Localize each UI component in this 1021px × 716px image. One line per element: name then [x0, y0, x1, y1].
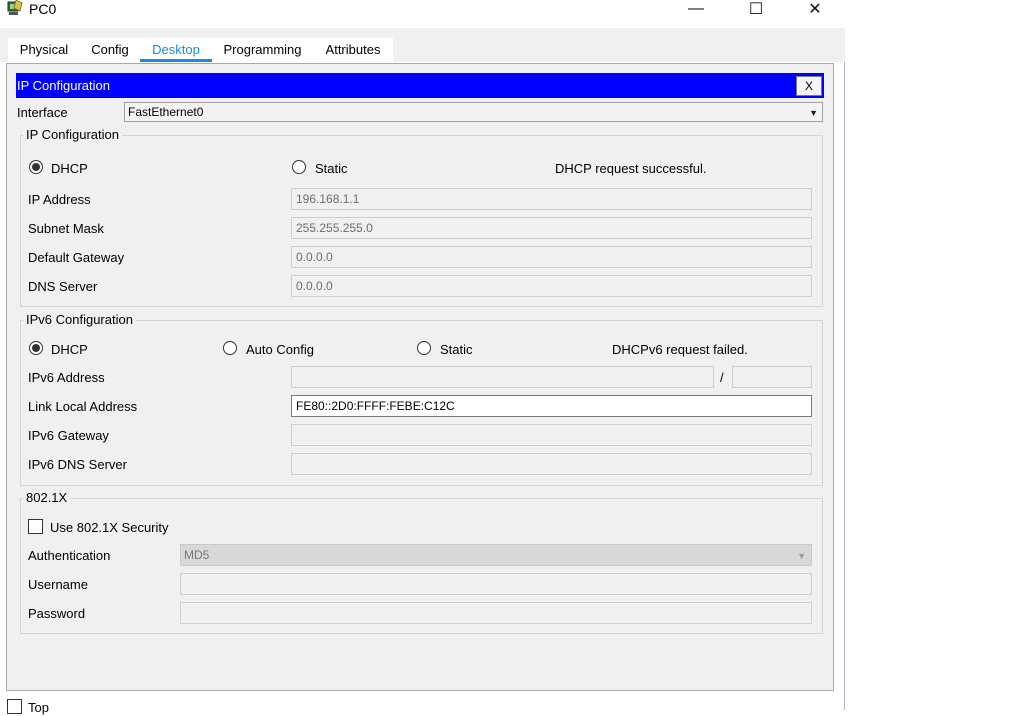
ipv6-dns-server-field[interactable]	[291, 453, 812, 475]
minimize-button[interactable]: —	[676, 0, 716, 18]
use-dot1x-label[interactable]: Use 802.1X Security	[50, 520, 169, 536]
interface-value: FastEthernet0	[128, 105, 204, 119]
ipv6-gateway-field[interactable]	[291, 424, 812, 446]
link-local-address-label: Link Local Address	[28, 399, 138, 414]
dns-server-label: DNS Server	[28, 279, 98, 294]
packet-tracer-pc-icon	[6, 0, 26, 18]
close-window-button[interactable]: ✕	[795, 0, 835, 18]
use-dot1x-checkbox[interactable]	[28, 519, 43, 534]
active-tab-indicator	[140, 59, 212, 62]
ipv6-address-field[interactable]	[291, 366, 714, 388]
ipv6-auto-config-radio[interactable]	[223, 341, 237, 355]
tab-physical[interactable]: Physical	[8, 38, 80, 62]
chevron-down-icon: ▼	[809, 108, 818, 118]
authentication-label: Authentication	[28, 548, 111, 563]
password-label: Password	[28, 606, 86, 621]
ipv6-address-label: IPv6 Address	[28, 370, 105, 385]
top-label[interactable]: Top	[28, 700, 49, 716]
tab-programming[interactable]: Programming	[212, 38, 313, 62]
ipv4-static-radio[interactable]	[292, 160, 306, 174]
authentication-value: MD5	[184, 548, 210, 562]
desktop-background	[846, 0, 1021, 710]
ipv4-group-legend: IP Configuration	[23, 127, 122, 143]
ipv4-status-text: DHCP request successful.	[555, 161, 707, 176]
window-title: PC0	[29, 1, 57, 17]
ipv6-static-label[interactable]: Static	[440, 342, 473, 358]
dns-server-field[interactable]: 0.0.0.0	[291, 275, 812, 297]
ipv6-dns-server-label: IPv6 DNS Server	[28, 457, 127, 472]
ipv6-status-text: DHCPv6 request failed.	[612, 342, 748, 357]
authentication-select[interactable]: MD5 ▼	[180, 544, 812, 566]
close-icon: ✕	[808, 1, 822, 18]
panel-close-button[interactable]: X	[796, 76, 822, 96]
ip-address-field[interactable]: 196.168.1.1	[291, 188, 812, 210]
password-field[interactable]	[180, 602, 812, 624]
subnet-mask-field[interactable]: 255.255.255.0	[291, 217, 812, 239]
ip-address-label: IP Address	[28, 192, 91, 207]
ipv4-static-label[interactable]: Static	[315, 161, 348, 177]
ipv6-static-radio[interactable]	[417, 341, 431, 355]
ipv6-dhcp-label[interactable]: DHCP	[51, 342, 88, 358]
dot1x-group-legend: 802.1X	[23, 490, 71, 506]
link-local-address-field[interactable]: FE80::2D0:FFFF:FEBE:C12C	[291, 395, 812, 417]
tab-config[interactable]: Config	[80, 38, 140, 62]
top-checkbox[interactable]	[7, 699, 22, 714]
subnet-mask-label: Subnet Mask	[28, 221, 104, 236]
prefix-separator: /	[720, 370, 724, 385]
ipv4-dhcp-label[interactable]: DHCP	[51, 161, 88, 177]
ipv6-gateway-label: IPv6 Gateway	[28, 428, 109, 443]
panel-title-bar: IP Configuration	[16, 73, 824, 98]
username-field[interactable]	[180, 573, 812, 595]
maximize-button[interactable]: ☐	[736, 0, 776, 18]
interface-select[interactable]: FastEthernet0 ▼	[124, 102, 823, 122]
default-gateway-field[interactable]: 0.0.0.0	[291, 246, 812, 268]
title-bar[interactable]	[0, 0, 845, 28]
ipv4-dhcp-radio[interactable]	[29, 160, 43, 174]
ipv6-group-legend: IPv6 Configuration	[23, 312, 136, 328]
ipv6-auto-config-label[interactable]: Auto Config	[246, 342, 314, 358]
tab-attributes[interactable]: Attributes	[313, 38, 393, 62]
chevron-down-icon: ▼	[797, 551, 806, 561]
interface-label: Interface	[17, 105, 68, 120]
ipv6-dhcp-radio[interactable]	[29, 341, 43, 355]
default-gateway-label: Default Gateway	[28, 250, 125, 265]
ipv6-prefix-field[interactable]	[732, 366, 812, 388]
username-label: Username	[28, 577, 88, 592]
minimize-icon: —	[688, 0, 704, 17]
maximize-icon: ☐	[748, 1, 764, 18]
